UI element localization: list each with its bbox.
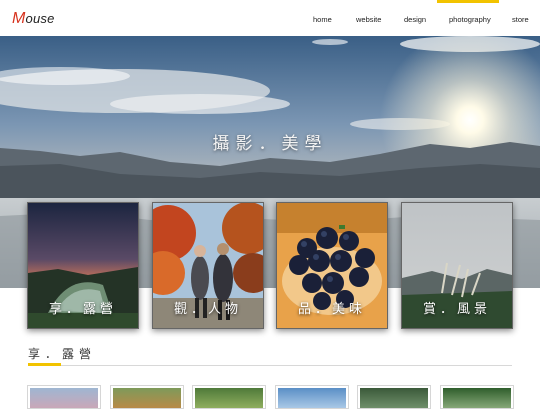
site-header: Mouse home website design photography st…: [0, 0, 540, 36]
category-card-scenery[interactable]: 賞．風景: [401, 202, 513, 329]
gallery-thumb[interactable]: [440, 385, 514, 409]
gallery-thumb[interactable]: [275, 385, 349, 409]
card-label-camping: 享．露營: [48, 302, 117, 317]
hero-title: 攝影．美學: [212, 134, 328, 154]
thumb-image: [195, 388, 263, 408]
section-divider: [28, 365, 512, 366]
category-card-people[interactable]: 觀．人物: [152, 202, 264, 329]
nav-active-indicator: [437, 0, 499, 3]
card-label-food: 品．美味: [297, 302, 366, 317]
gallery-thumb[interactable]: [192, 385, 266, 409]
category-card-camping[interactable]: 享．露營: [27, 202, 139, 329]
nav-item-website[interactable]: website: [356, 15, 381, 24]
card-label-people: 觀．人物: [173, 302, 242, 317]
thumb-image: [113, 388, 181, 408]
category-card-food[interactable]: 品．美味: [276, 202, 388, 329]
section-accent-bar: [28, 363, 61, 366]
site-logo[interactable]: Mouse: [12, 10, 55, 28]
logo-text: ouse: [25, 11, 55, 26]
nav-item-photography[interactable]: photography: [449, 15, 491, 24]
card-label-scenery: 賞．風景: [422, 302, 491, 317]
thumb-image: [30, 388, 98, 408]
gallery-thumb[interactable]: [357, 385, 431, 409]
logo-first-letter: M: [12, 10, 26, 27]
section-title: 享．露營: [28, 347, 97, 361]
nav-item-home[interactable]: home: [313, 15, 332, 24]
thumb-image: [443, 388, 511, 408]
thumb-image: [278, 388, 346, 408]
nav-item-design[interactable]: design: [404, 15, 426, 24]
gallery-thumb[interactable]: [27, 385, 101, 409]
gallery-thumb[interactable]: [110, 385, 184, 409]
nav-item-store[interactable]: store: [512, 15, 529, 24]
thumb-image: [360, 388, 428, 408]
